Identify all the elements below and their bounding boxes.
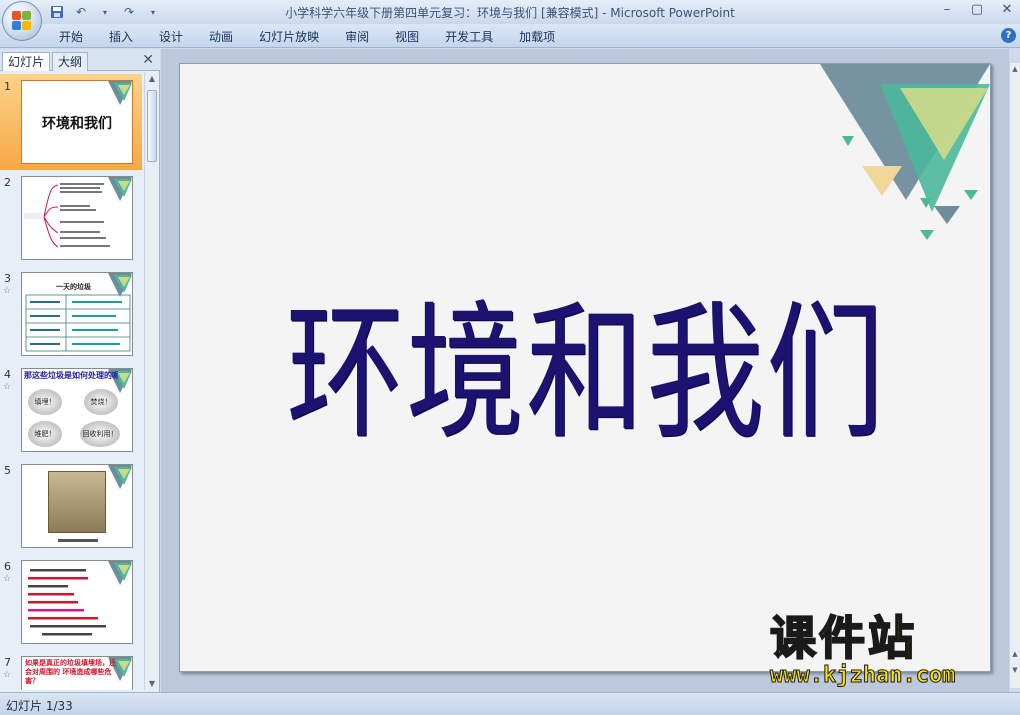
photo-image [48,471,106,533]
current-slide[interactable]: 环境和我们 [179,63,991,672]
scroll-up-icon[interactable]: ▲ [1010,65,1020,73]
watermark-brand: 课件站 [769,611,917,665]
slide-thumbnail[interactable] [21,464,133,548]
tab-view[interactable]: 视图 [382,28,432,46]
triangle-decoration-icon [108,465,132,489]
triangle-decoration-icon [108,81,132,105]
triangle-decoration-icon [108,273,132,297]
slide-number: 2 [4,176,11,189]
slide-thumbnail[interactable] [21,560,133,644]
bubble-label: 堆肥！ [28,421,62,447]
slide-thumbnail[interactable]: 一天的垃圾 [21,272,133,356]
caption-placeholder [58,539,98,542]
thumbnail-row[interactable]: 1 环境和我们 [0,74,142,170]
tab-add-ins[interactable]: 加载项 [506,28,568,46]
tab-slide-show[interactable]: 幻灯片放映 [246,28,332,46]
thumbnail-scrollbar[interactable]: ▲ ▼ [144,72,158,690]
pane-tabs: 幻灯片 大纲 ✕ [0,49,160,71]
thumbnail-row[interactable]: 6 ☆ [0,554,142,650]
tab-animations[interactable]: 动画 [196,28,246,46]
slide-thumbnail[interactable]: 环境和我们 [21,80,133,164]
thumbnail-row[interactable]: 7 ☆ 如果是真正的垃圾填埋场，还会对周围的 环境造成哪些危害？ [0,650,142,690]
slide-number: 7 [4,656,11,669]
editor-scrollbar[interactable]: ▲ ▲ ▼ [1009,63,1020,688]
slide-thumbnail[interactable]: 如果是真正的垃圾填埋场，还会对周围的 环境造成哪些危害？ [21,656,133,690]
tab-outline[interactable]: 大纲 [52,52,89,71]
triangle-decoration-icon [108,561,132,585]
slide-number: 3 [4,272,11,285]
ribbon: 开始 插入 设计 动画 幻灯片放映 审阅 视图 开发工具 加载项 ? [0,24,1020,48]
maximize-button[interactable]: ▢ [968,2,986,17]
thumbnail-row[interactable]: 2 [0,170,142,266]
tab-review[interactable]: 审阅 [332,28,382,46]
office-button[interactable] [2,1,42,41]
window-controls: – ▢ ✕ [938,2,1016,17]
window-title: 小学科学六年级下册第四单元复习：环境与我们 [兼容模式] - Microsoft… [285,6,735,20]
tab-home[interactable]: 开始 [46,28,96,46]
slide-editor: 环境和我们 [161,49,1009,692]
watermark-url: www.kjzhan.com [770,663,956,688]
scroll-thumb[interactable] [147,90,157,162]
bubble-label: 回收利用！ [80,421,120,447]
help-icon[interactable]: ? [1001,28,1016,43]
animation-star-icon: ☆ [3,286,12,296]
thumbnail-row[interactable]: 4 ☆ 那这些垃圾是如何处理的呢？ 填埋！ 焚烧！ 堆肥！ 回收利用！ [0,362,142,458]
slide-number: 6 [4,560,11,573]
thumbnail-heading: 那这些垃圾是如何处理的呢？ [24,371,118,380]
animation-star-icon: ☆ [3,670,12,680]
status-bar: 幻灯片 1/33 [0,692,1020,715]
tab-design[interactable]: 设计 [146,28,196,46]
triangle-decoration-icon [108,177,132,201]
tab-slides[interactable]: 幻灯片 [2,52,51,71]
scroll-down-icon[interactable]: ▼ [145,679,159,688]
minimize-button[interactable]: – [938,2,956,17]
ribbon-tabs: 开始 插入 设计 动画 幻灯片放映 审阅 视图 开发工具 加载项 [46,28,568,46]
tab-insert[interactable]: 插入 [96,28,146,46]
scroll-up-icon[interactable]: ▲ [145,74,159,83]
thumbnail-list: 1 环境和我们 2 3 ☆ 一天的垃圾 4 ☆ 那这些垃圾是如何处理的呢？ 填埋… [0,72,144,690]
slide-counter: 幻灯片 1/33 [6,699,73,713]
slide-number: 1 [4,80,11,93]
triangle-decoration-icon [820,64,990,240]
bubble-label: 焚烧！ [84,389,118,415]
animation-star-icon: ☆ [3,574,12,584]
slide-number: 4 [4,368,11,381]
thumbnail-row[interactable]: 3 ☆ 一天的垃圾 [0,266,142,362]
thumbnail-heading: 如果是真正的垃圾填埋场，还会对周围的 环境造成哪些危害？ [25,659,116,685]
office-logo-icon [12,11,32,31]
close-pane-icon[interactable]: ✕ [142,52,154,68]
watermark: 课件站 www.kjzhan.com [769,611,1010,688]
thumbnail-title: 环境和我们 [42,116,112,132]
slide-thumbnail[interactable] [21,176,133,260]
slides-pane: 幻灯片 大纲 ✕ 1 环境和我们 2 3 ☆ 一天的垃圾 4 ☆ 那这些垃圾是如… [0,49,160,692]
slide-thumbnail[interactable]: 那这些垃圾是如何处理的呢？ 填埋！ 焚烧！ 堆肥！ 回收利用！ [21,368,133,452]
title-bar: ↶ ▾ ↷ ▾ 小学科学六年级下册第四单元复习：环境与我们 [兼容模式] - M… [0,0,1020,24]
tab-developer[interactable]: 开发工具 [432,28,506,46]
thumbnail-row[interactable]: 5 [0,458,142,554]
close-button[interactable]: ✕ [998,2,1016,17]
prev-slide-icon[interactable]: ▲ [1010,650,1020,658]
slide-title[interactable]: 环境和我们 [180,253,990,467]
slide-number: 5 [4,464,11,477]
next-slide-icon[interactable]: ▼ [1010,666,1020,674]
animation-star-icon: ☆ [3,382,12,392]
bubble-label: 填埋！ [28,389,62,415]
thumbnail-heading: 一天的垃圾 [56,283,91,291]
